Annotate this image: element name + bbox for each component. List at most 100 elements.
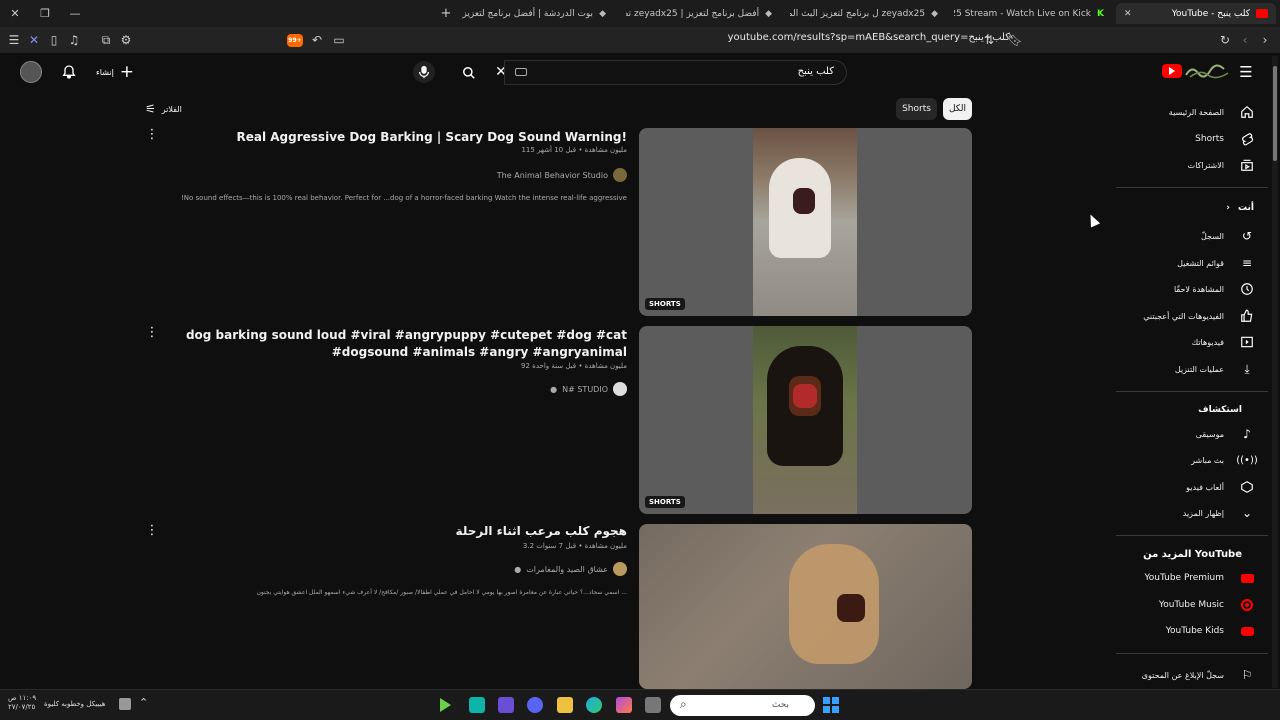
edge-icon[interactable]	[586, 697, 602, 713]
result-meta: 92 مليون مشاهدة • قبل سنة واحدة	[521, 362, 627, 370]
channel-logo[interactable]	[1184, 63, 1230, 79]
sidebar-item-label: الاشتراكات	[1187, 160, 1224, 170]
notifications-bell-icon[interactable]	[59, 62, 79, 82]
undo-icon[interactable]: ↶	[308, 31, 326, 49]
tab-youtube[interactable]: ✕ YouTube - كلب ينبح	[1116, 3, 1276, 24]
more-options-icon[interactable]: ⋮	[146, 325, 159, 340]
result-title[interactable]: Real Aggressive Dog Barking | Scary Dog …	[167, 129, 628, 146]
app-window-icon[interactable]	[645, 697, 661, 713]
sidebar-icon[interactable]: ▯	[45, 31, 63, 49]
taskbar-widget-text[interactable]: هيييكل وخطوبه كليوة	[44, 700, 105, 708]
hamburger-menu-icon[interactable]: ☰	[1236, 63, 1256, 81]
screenshot-icon[interactable]: ⧉	[97, 31, 115, 49]
discord-icon[interactable]	[527, 697, 543, 713]
search-input[interactable]: كلب ينبح	[504, 60, 847, 85]
sidebar-item-youtube-music[interactable]: YouTube Music	[1159, 594, 1256, 616]
back-icon[interactable]: ‹	[1236, 31, 1254, 49]
tab-chat-bot[interactable]: بوت الدردشة | أفضل برنامج لتعزيز البث ◆	[462, 3, 612, 24]
sidebar-item-playlists[interactable]: قوائم التشغيل ≡	[1177, 252, 1256, 274]
sidebar-item-subscriptions[interactable]: الاشتراكات	[1188, 154, 1256, 176]
sidebar-item-youtube-premium[interactable]: YouTube Premium	[1144, 567, 1256, 589]
minimize-window-icon[interactable]: —	[66, 4, 84, 22]
clock[interactable]: ١١:٠٩ ص ٢٧/٠٧/٢٥	[8, 694, 36, 712]
sidebar-item-live[interactable]: بث مباشر ((•))	[1191, 449, 1258, 471]
sidebar-item-music[interactable]: موسيقى ♪	[1196, 423, 1256, 445]
sidebar-item-label: سجلّ الإبلاغ عن المحتوى	[1141, 670, 1224, 680]
sidebar-item-home[interactable]: الصفحة الرئيسية	[1169, 101, 1256, 123]
sidebar-item-youtube-kids[interactable]: YouTube Kids	[1166, 620, 1256, 642]
tab-label: YouTube - كلب ينبح	[1171, 8, 1250, 19]
sidebar-item-gaming[interactable]: ألعاب فيديو	[1186, 476, 1256, 498]
address-url[interactable]: youtube.com/results?sp=mAEB&search_query…	[560, 32, 1010, 48]
widget-icon[interactable]	[119, 698, 131, 710]
chip-shorts[interactable]: Shorts	[896, 98, 937, 120]
forward-icon[interactable]: ›	[1256, 31, 1274, 49]
channel-avatar	[613, 562, 627, 576]
copilot-icon[interactable]	[616, 697, 632, 713]
app-teal-icon[interactable]	[469, 697, 485, 713]
sidebar-item-your-videos[interactable]: فيديوهاتك	[1192, 331, 1256, 353]
result-title[interactable]: هجوم كلب مرعب اثناء الرحلة	[167, 523, 627, 540]
extension-x-icon[interactable]: ✕	[25, 31, 43, 49]
sidebar-section-you[interactable]: › أنت	[1226, 203, 1254, 213]
sidebar-item-downloads[interactable]: عمليات التنزيل ⤓	[1175, 358, 1256, 380]
result-channel[interactable]: ● N# STUDIO	[550, 381, 627, 397]
opera-badge-icon[interactable]: 99+	[284, 31, 306, 49]
keyboard-icon[interactable]	[515, 68, 527, 76]
sidebar-divider	[1116, 535, 1268, 536]
settings-icon[interactable]: ⚙	[117, 31, 135, 49]
kick-tab-icon: ◆	[931, 8, 938, 19]
result-thumbnail[interactable]: SHORTS	[639, 326, 972, 514]
youtube-logo-icon[interactable]	[1162, 64, 1182, 78]
scrollbar[interactable]	[1272, 56, 1278, 688]
new-tab-icon[interactable]: +	[437, 4, 455, 22]
voice-search-icon[interactable]	[413, 61, 435, 83]
cast-icon[interactable]: ▭	[330, 31, 348, 49]
sidebar-item-label: YouTube Music	[1158, 600, 1224, 610]
result-thumbnail[interactable]	[639, 524, 972, 689]
scrollbar-thumb[interactable]	[1273, 66, 1277, 161]
avatar[interactable]	[20, 61, 42, 83]
kick-tab-icon: ◆	[765, 8, 772, 19]
taskbar-search[interactable]: ⌕ بحث	[670, 695, 815, 716]
result-title[interactable]: dog barking sound loud #viral #angrypupp…	[167, 327, 627, 361]
like-icon	[1238, 307, 1256, 325]
close-window-icon[interactable]: ✕	[6, 4, 24, 22]
sidebar-item-watch-later[interactable]: المشاهدة لاحقًا	[1174, 278, 1256, 300]
channel-name: عشاق الصيد والمغامرات	[526, 564, 608, 574]
app-cursor-icon[interactable]	[498, 697, 514, 713]
tab-kick-stream[interactable]: zeyadx25 Stream - Watch Live on Kick K	[954, 3, 1110, 24]
filters-button[interactable]: ⚟ الفلاتر	[145, 101, 182, 117]
tab-program[interactable]: ...ل برنامج لتعزيز البث المباشر zeyadx25…	[790, 3, 944, 24]
reload-icon[interactable]: ↻	[1216, 31, 1234, 49]
subscriptions-icon	[1238, 156, 1256, 174]
result-thumbnail[interactable]: SHORTS	[639, 128, 972, 316]
shorts-badge: SHORTS	[645, 496, 685, 508]
tray-chevron-icon[interactable]: ⌃	[139, 696, 148, 709]
sidebar-item-shorts[interactable]: Shorts	[1195, 128, 1256, 150]
sidebar-item-history[interactable]: السجلّ ↺	[1201, 225, 1256, 247]
sidebar-item-report-history[interactable]: سجلّ الإبلاغ عن المحتوى ⚐	[1142, 664, 1256, 686]
play-app-icon[interactable]	[440, 698, 451, 712]
more-options-icon[interactable]: ⋮	[146, 127, 159, 142]
windows-start-icon[interactable]	[823, 697, 839, 713]
more-options-icon[interactable]: ⋮	[146, 523, 159, 538]
menu-icon[interactable]: ☰	[5, 31, 23, 49]
create-button[interactable]: إنشاء +	[96, 62, 134, 82]
file-explorer-icon[interactable]	[557, 697, 573, 713]
result-channel[interactable]: The Animal Behavior Studio	[497, 167, 627, 183]
sidebar-item-liked[interactable]: الفيديوهات التي أعجبتني	[1143, 305, 1256, 327]
site-settings-icon[interactable]: ⇅	[980, 31, 998, 49]
close-tab-icon[interactable]: ✕	[1124, 9, 1132, 19]
chip-all[interactable]: الكل	[943, 98, 972, 120]
sidebar-item-label: Shorts	[1195, 134, 1224, 144]
restore-window-icon[interactable]: ❐	[36, 4, 54, 22]
bookmark-icon[interactable]: 🔖︎	[1006, 31, 1024, 49]
search-button[interactable]	[454, 60, 484, 85]
music-ext-icon[interactable]: ♫	[65, 31, 83, 49]
thumbnail-image	[753, 128, 857, 316]
tab-ranking[interactable]: تصنيف zeyadx25 | أفضل برنامج لتعزيز ◆	[626, 3, 778, 24]
sidebar-item-show-more[interactable]: إظهار المزيد ⌄	[1183, 502, 1256, 524]
music-icon: ♪	[1243, 427, 1251, 441]
result-channel[interactable]: ● عشاق الصيد والمغامرات	[514, 561, 627, 577]
